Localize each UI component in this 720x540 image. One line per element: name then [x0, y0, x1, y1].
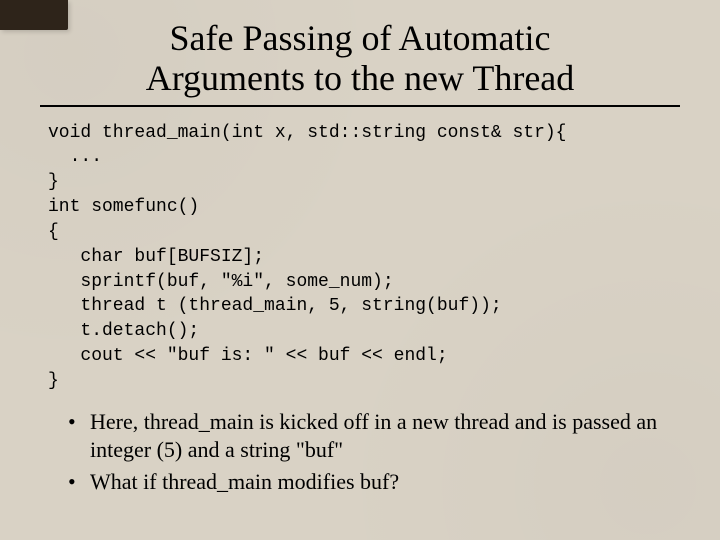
title-line-2: Arguments to the new Thread — [146, 58, 575, 98]
code-line: t.detach(); — [48, 321, 199, 341]
bullet-item: What if thread_main modifies buf? — [68, 468, 680, 496]
code-line: sprintf(buf, "%i", some_num); — [48, 272, 394, 292]
slide-container: Safe Passing of Automatic Arguments to t… — [0, 0, 720, 540]
code-block: void thread_main(int x, std::string cons… — [40, 121, 680, 394]
bullet-list: Here, thread_main is kicked off in a new… — [40, 408, 680, 496]
code-line: int somefunc() — [48, 197, 199, 217]
code-line: char buf[BUFSIZ]; — [48, 247, 264, 267]
code-line: { — [48, 222, 59, 242]
bullet-item: Here, thread_main is kicked off in a new… — [68, 408, 680, 464]
title-underline — [40, 105, 680, 107]
code-line: thread t (thread_main, 5, string(buf)); — [48, 296, 502, 316]
code-line: ... — [48, 147, 102, 167]
code-line: void thread_main(int x, std::string cons… — [48, 123, 566, 143]
slide-title: Safe Passing of Automatic Arguments to t… — [40, 18, 680, 99]
code-line: cout << "buf is: " << buf << endl; — [48, 346, 448, 366]
title-line-1: Safe Passing of Automatic — [170, 18, 551, 58]
code-line: } — [48, 371, 59, 391]
code-line: } — [48, 172, 59, 192]
